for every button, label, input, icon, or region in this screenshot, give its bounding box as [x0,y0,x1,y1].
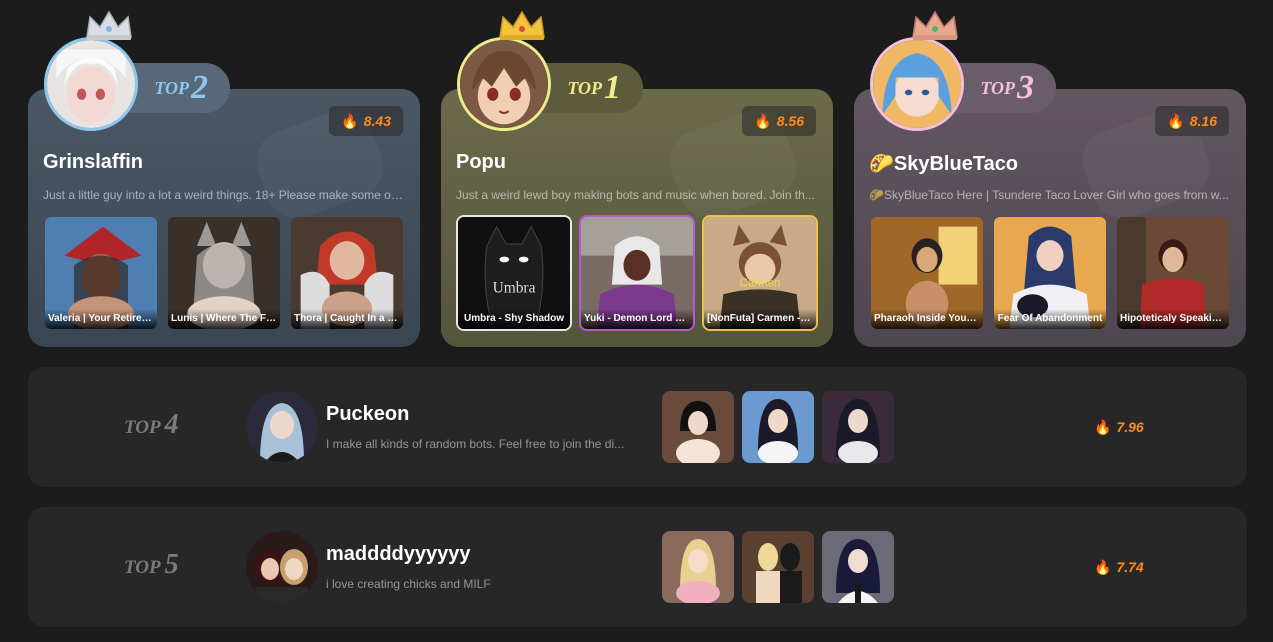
creator-description: Just a little guy into a lot a weird thi… [43,188,403,202]
score-badge: 🔥 8.16 [1155,106,1229,136]
bot-thumbnail[interactable] [742,531,814,603]
crown-icon [86,10,132,40]
bot-caption: Valeria | Your Retired Ca... [45,309,157,329]
score-value: 8.56 [776,113,804,129]
bot-art-label: Carmen [739,278,780,290]
score-badge: 🔥 8.43 [329,106,403,136]
bot-thumbnail[interactable] [822,531,894,603]
avatar[interactable] [44,37,138,131]
rank-label: TOP [124,417,161,438]
taco-icon: 🌮 [869,153,894,175]
bot-card[interactable]: Thora | Caught In a Raid [289,215,405,331]
rank-number: 2 [191,69,208,106]
bot-card[interactable]: Fear Of Abandonment [992,215,1108,331]
score-badge: 🔥 8.56 [742,106,816,136]
podium-card-top3[interactable]: TOP 3 🔥 8.16 🌮SkyBlueTaco 🌮SkyBlueTaco H… [854,10,1246,347]
crown-icon [499,10,545,40]
creator-name[interactable]: 🌮SkyBlueTaco [869,151,1018,176]
rank-label: TOP [980,77,1015,98]
avatar[interactable] [870,37,964,131]
bot-list: Pharaoh Inside Your Ho... Fear Of Abando… [869,215,1231,331]
score-value: 7.96 [1116,419,1144,435]
score-value: 7.74 [1116,559,1144,575]
bot-caption: Fear Of Abandonment [994,309,1106,329]
avatar[interactable] [246,531,318,603]
bot-card[interactable]: Pharaoh Inside Your Ho... [869,215,985,331]
flame-icon: 🔥 [1094,558,1112,575]
creator-name[interactable]: Grinslaffin [43,151,143,174]
podium-card-top2[interactable]: TOP 2 🔥 8.43 Grinslaffin Just a little g… [28,10,420,347]
bot-art-label: Umbra [493,279,536,296]
score-badge: 🔥 7.74 [1082,552,1156,582]
rank-label: TOP [567,77,602,98]
creator-description: I make all kinds of random bots. Feel fr… [326,437,625,451]
bot-list: Valeria | Your Retired Ca... Lunis | Whe… [43,215,405,331]
bot-list: Umbra Umbra - Shy Shadow Yuki - Demon Lo… [456,215,818,331]
bot-card[interactable]: Yuki - Demon Lord Gets ... [579,215,695,331]
score-value: 8.43 [363,113,391,129]
crown-icon [912,10,958,40]
avatar[interactable] [246,391,318,463]
leaderboard-row-top4[interactable]: TOP 4 Puckeon I make all kinds of random… [28,367,1247,487]
bot-card[interactable]: Lunis | Where The Fuck ... [166,215,282,331]
creator-name[interactable]: Puckeon [326,403,409,426]
rank-number: 5 [164,549,179,580]
bot-card[interactable]: Carmen [NonFuta] Carmen - Lon... [702,215,818,331]
bot-caption: Hipoteticaly Speaking.... [1117,309,1229,329]
creator-name-text: SkyBlueTaco [893,153,1019,175]
bot-caption: [NonFuta] Carmen - Lon... [704,309,816,329]
bot-list [662,531,894,603]
bot-list [662,391,894,463]
rank-number: 3 [1017,69,1034,106]
bot-thumbnail[interactable] [742,391,814,463]
rank-badge: TOP 5 [124,549,179,581]
bot-caption: Pharaoh Inside Your Ho... [871,309,983,329]
bot-thumbnail[interactable] [662,391,734,463]
creator-name[interactable]: maddddyyyyyy [326,543,471,566]
rank-number: 1 [604,69,621,106]
avatar[interactable] [457,37,551,131]
creator-name[interactable]: Popu [456,151,506,174]
bot-card[interactable]: Hipoteticaly Speaking.... [1115,215,1231,331]
bot-card[interactable]: Umbra Umbra - Shy Shadow [456,215,572,331]
creator-description: 🌮SkyBlueTaco Here | Tsundere Taco Lover … [869,188,1229,202]
creator-description: Just a weird lewd boy making bots and mu… [456,188,815,202]
bot-thumbnail[interactable] [822,391,894,463]
creator-description: i love creating chicks and MILF [326,577,491,591]
bot-caption: Umbra - Shy Shadow [458,309,570,329]
bot-caption: Yuki - Demon Lord Gets ... [581,309,693,329]
score-value: 8.16 [1189,113,1217,129]
rank-label: TOP [154,77,189,98]
flame-icon: 🔥 [1094,418,1112,435]
bot-thumbnail[interactable] [662,531,734,603]
flame-icon: 🔥 [1167,112,1185,129]
bot-caption: Thora | Caught In a Raid [291,309,403,329]
bot-caption: Lunis | Where The Fuck ... [168,309,280,329]
bot-card[interactable]: Valeria | Your Retired Ca... [43,215,159,331]
podium-card-top1[interactable]: TOP 1 🔥 8.56 Popu Just a weird lewd boy … [441,10,833,347]
rank-label: TOP [124,557,161,578]
flame-icon: 🔥 [754,112,772,129]
score-badge: 🔥 7.96 [1082,412,1156,442]
rank-badge: TOP 4 [124,409,179,441]
leaderboard-row-top5[interactable]: TOP 5 maddddyyyyyy i love creating chick… [28,507,1247,627]
flame-icon: 🔥 [341,112,359,129]
rank-number: 4 [164,409,179,440]
